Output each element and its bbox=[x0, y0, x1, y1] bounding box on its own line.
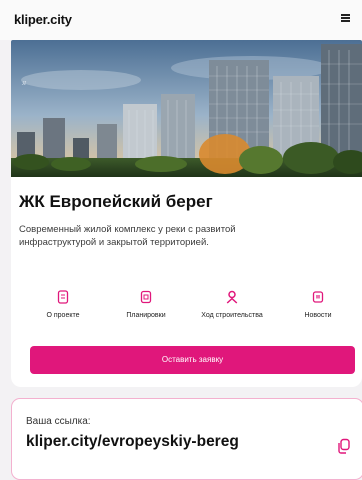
submit-request-button[interactable]: Оставить заявку bbox=[30, 346, 355, 374]
project-tabs: О проекте Планировки Ход строительства Н… bbox=[11, 290, 362, 330]
news-icon bbox=[312, 291, 324, 303]
tab-floorplans-label: Планировки bbox=[126, 312, 166, 319]
tab-floorplans[interactable]: Планировки bbox=[103, 290, 189, 328]
floorplan-icon bbox=[140, 290, 152, 304]
tab-news[interactable]: Новости bbox=[275, 290, 361, 328]
hamburger-menu-icon[interactable] bbox=[341, 12, 353, 24]
share-link-label: Ваша ссылка: bbox=[26, 416, 91, 427]
project-description: Современный жилой комплекс у реки с разв… bbox=[19, 224, 236, 248]
hero-image: Я bbox=[11, 40, 362, 177]
tab-construction-label: Ход строительства bbox=[201, 312, 263, 319]
hero-brand-mark: Я bbox=[22, 81, 26, 87]
share-link-card: Ваша ссылка: kliper.city/evropeyskiy-ber… bbox=[11, 398, 362, 480]
copy-icon[interactable] bbox=[337, 438, 351, 454]
tab-about[interactable]: О проекте bbox=[20, 290, 106, 328]
top-bar: kliper.city bbox=[0, 0, 362, 40]
builder-icon bbox=[226, 290, 238, 304]
project-card: Я ЖК Европейский берег Современный жилой… bbox=[11, 40, 362, 387]
tab-construction[interactable]: Ход строительства bbox=[189, 290, 275, 328]
project-title: ЖК Европейский берег bbox=[19, 192, 213, 211]
document-icon bbox=[57, 290, 69, 304]
site-logo[interactable]: kliper.city bbox=[14, 12, 72, 27]
tab-about-label: О проекте bbox=[46, 312, 80, 319]
share-link-url[interactable]: kliper.city/evropeyskiy-bereg bbox=[26, 433, 239, 451]
tab-news-label: Новости bbox=[304, 312, 332, 319]
